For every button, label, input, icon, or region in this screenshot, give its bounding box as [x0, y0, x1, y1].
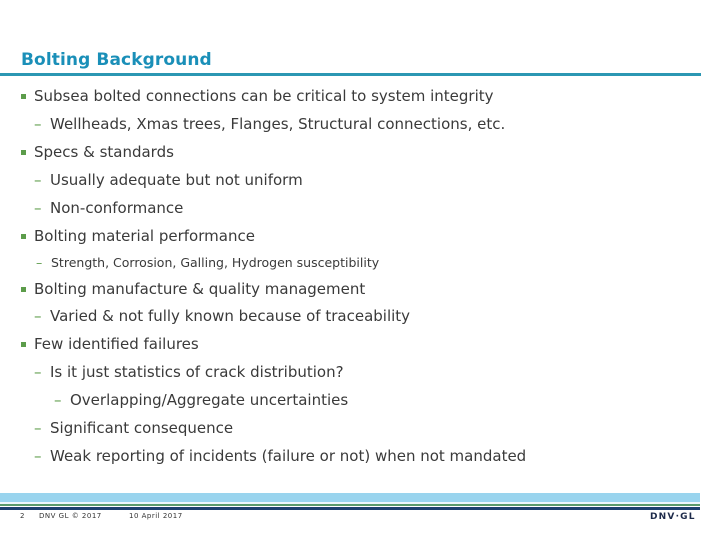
footer-band-navy	[0, 507, 700, 510]
dash-icon: –	[34, 171, 42, 189]
date-text: 10 April 2017	[129, 512, 183, 520]
dash-icon: –	[36, 255, 43, 270]
sub-bullet-item: Is it just statistics of crack distribut…	[50, 363, 344, 381]
sub-bullet-item: Strength, Corrosion, Galling, Hydrogen s…	[51, 255, 380, 270]
footer-band-light-blue	[0, 493, 700, 502]
sub-bullet-item: Non-conformance	[50, 199, 184, 217]
dnv-gl-logo: DNV·GL	[650, 512, 696, 522]
dash-icon: –	[54, 391, 62, 409]
bullet-square-icon	[21, 342, 26, 347]
dash-icon: –	[34, 307, 42, 325]
sub-bullet-item: Varied & not fully known because of trac…	[50, 307, 411, 325]
bullet-square-icon	[21, 94, 26, 99]
dash-icon: –	[34, 199, 42, 217]
dash-icon: –	[34, 419, 42, 437]
bullet-item: Specs & standards	[34, 143, 174, 161]
bullet-square-icon	[21, 234, 26, 239]
dash-icon: –	[34, 115, 42, 133]
sub-bullet-item: Weak reporting of incidents (failure or …	[50, 447, 527, 465]
slide-title: Bolting Background	[21, 50, 212, 70]
bullet-square-icon	[21, 287, 26, 292]
bullet-item: Subsea bolted connections can be critica…	[34, 87, 494, 105]
sub-bullet-item: Significant consequence	[50, 419, 234, 437]
bullet-square-icon	[21, 150, 26, 155]
copyright-text: DNV GL © 2017	[39, 512, 102, 520]
sub-bullet-item: Wellheads, Xmas trees, Flanges, Structur…	[50, 115, 506, 133]
title-underline	[0, 73, 701, 76]
dash-icon: –	[34, 363, 42, 381]
dash-icon: –	[34, 447, 42, 465]
bullet-item: Bolting manufacture & quality management	[34, 280, 366, 298]
sub-sub-bullet-item: Overlapping/Aggregate uncertainties	[70, 391, 349, 409]
bullet-item: Bolting material performance	[34, 227, 255, 245]
sub-bullet-item: Usually adequate but not uniform	[50, 171, 303, 189]
page-number: 2	[20, 512, 25, 520]
bullet-item: Few identified failures	[34, 335, 199, 353]
